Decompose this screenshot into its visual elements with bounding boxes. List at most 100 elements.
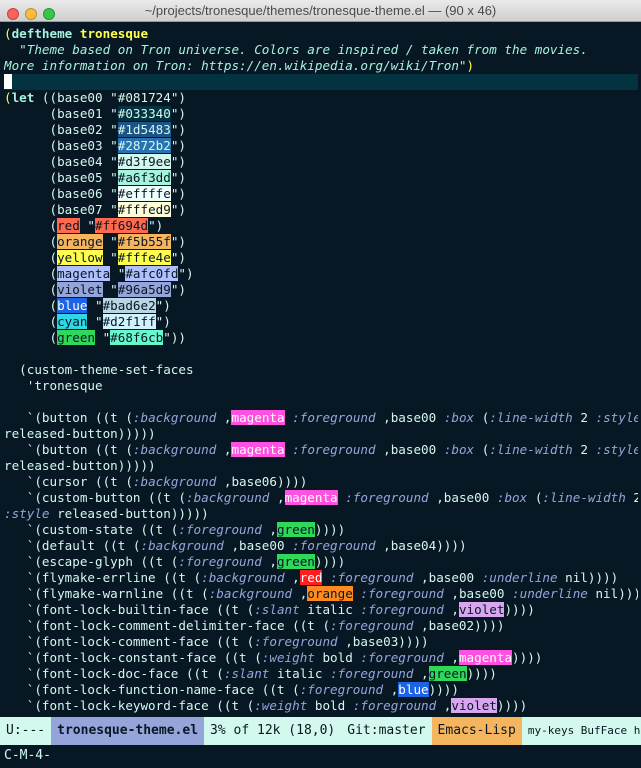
code-line: `(font-lock-comment-delimiter-face ((t (… <box>4 618 638 634</box>
code-line: (base05 "#a6f3dd") <box>4 170 638 186</box>
token-plain: `(cursor ((t ( <box>4 474 133 489</box>
token-plain: , <box>292 586 308 601</box>
token-plain: ,base00 <box>413 570 482 585</box>
code-line: (base03 "#2872b2") <box>4 138 638 154</box>
color-swatch: blue <box>57 298 88 313</box>
color-swatch: #fffed9 <box>117 202 171 217</box>
minibuffer[interactable]: C-M-4- <box>4 746 638 766</box>
token-name: tronesque <box>79 26 149 41</box>
token-plain: released-button))))) <box>4 458 156 473</box>
token-plain: ,base00 <box>443 586 513 601</box>
token-const: :style <box>4 506 50 521</box>
code-line: (base02 "#1d5483") <box>4 122 638 138</box>
token-plain: ( <box>4 202 58 217</box>
modeline-position: 3% of 12k (18,0) <box>204 717 342 745</box>
code-line: (magenta "#afc0fd") <box>4 266 638 282</box>
token-const: :background <box>208 586 293 601</box>
token-plain: (( <box>34 90 58 105</box>
token-plain: `(font-lock-builtin-face ((t ( <box>4 602 255 617</box>
token-plain: base03 <box>57 138 103 153</box>
token-plain: " <box>102 106 118 121</box>
code-line: (base07 "#fffed9") <box>4 202 638 218</box>
code-line: (cyan "#d2f1ff") <box>4 314 638 330</box>
token-const: :style <box>595 410 638 425</box>
token-kw: let <box>11 90 35 105</box>
color-swatch: orange <box>307 586 353 601</box>
token-plain: ( <box>4 282 58 297</box>
color-swatch: magenta <box>231 410 285 425</box>
token-plain: ( <box>4 314 58 329</box>
token-plain: ,base00 <box>375 442 444 457</box>
code-line: `(button ((t (:background ,magenta :fore… <box>4 410 638 426</box>
token-const: :style <box>595 442 638 457</box>
token-plain: ( <box>4 250 58 265</box>
code-line <box>4 74 638 90</box>
token-plain: ") <box>170 106 186 121</box>
color-swatch: #081724 <box>117 90 171 105</box>
modeline-major-mode[interactable]: Emacs-Lisp <box>431 717 522 745</box>
color-swatch: #fffe4e <box>117 250 171 265</box>
token-plain: `(custom-state ((t ( <box>4 522 179 537</box>
token-const: :background <box>132 442 217 457</box>
color-swatch: #bad6e2 <box>102 298 156 313</box>
token-plain: `(default ((t ( <box>4 538 141 553</box>
modeline-minor-modes[interactable]: my-keys BufFace hs <box>521 717 641 745</box>
color-swatch: #d3f9ee <box>117 154 171 169</box>
token-plain: base01 <box>57 106 103 121</box>
token-const: :foreground <box>254 634 338 649</box>
token-plain: " <box>110 266 126 281</box>
token-plain: ( <box>4 266 58 281</box>
code-line: `(default ((t (:background ,base00 :fore… <box>4 538 638 554</box>
token-const: :background <box>185 490 270 505</box>
token-plain: ") <box>170 170 186 185</box>
token-plain: ") <box>170 186 186 201</box>
token-plain: , <box>443 650 459 665</box>
token-plain: , <box>413 666 429 681</box>
color-swatch: blue <box>398 682 429 697</box>
code-line: (orange "#f5b55f") <box>4 234 638 250</box>
code-line: `(escape-glyph ((t (:foreground ,green))… <box>4 554 638 570</box>
token-plain: , <box>284 570 300 585</box>
token-const: :foreground <box>299 682 384 697</box>
token-plain: " <box>95 330 111 345</box>
token-plain: base07 <box>57 202 103 217</box>
token-plain: ( <box>474 410 490 425</box>
token-plain: " <box>102 154 118 169</box>
modeline-vc-branch[interactable]: Git:master <box>341 717 432 745</box>
color-swatch: violet <box>458 602 505 617</box>
code-line: (base01 "#033340") <box>4 106 638 122</box>
token-paren: ( <box>4 26 12 41</box>
token-plain: " <box>102 170 118 185</box>
token-plain: released-button))))) <box>4 426 156 441</box>
token-doc: More information on Tron: https://en.wik… <box>4 58 467 73</box>
color-swatch: #ff694d <box>95 218 149 233</box>
token-const: :background <box>132 474 217 489</box>
code-line: `(font-lock-builtin-face ((t (:slant ita… <box>4 602 638 618</box>
code-line: (green "#68f6cb")) <box>4 330 638 346</box>
token-const: :slant <box>254 602 300 617</box>
token-doc: "Theme based on Tron universe. Colors ar… <box>4 42 588 57</box>
code-line: `(flymake-warnline ((t (:background ,ora… <box>4 586 638 602</box>
token-const: :underline <box>512 586 588 601</box>
code-line: `(custom-state ((t (:foreground ,green))… <box>4 522 638 538</box>
token-plain: , <box>383 682 399 697</box>
color-swatch: orange <box>57 234 103 249</box>
code-line: More information on Tron: https://en.wik… <box>4 58 638 74</box>
token-const: :box <box>443 410 475 425</box>
token-plain: bold <box>307 698 353 713</box>
token-plain: " <box>102 138 118 153</box>
token-plain: 'tronesque <box>4 378 103 393</box>
color-swatch: violet <box>451 698 497 713</box>
code-line: (base06 "#effffe") <box>4 186 638 202</box>
color-swatch: #a6f3dd <box>117 170 171 185</box>
token-const: :foreground <box>292 538 376 553</box>
color-swatch: cyan <box>57 314 88 329</box>
token-plain: , <box>436 698 452 713</box>
token-plain: " <box>102 122 118 137</box>
token-const: :foreground <box>292 410 376 425</box>
editor-buffer[interactable]: (deftheme tronesque "Theme based on Tron… <box>4 26 638 716</box>
color-swatch: magenta <box>57 266 111 281</box>
modeline-buffer-name[interactable]: tronesque-theme.el <box>51 717 205 745</box>
